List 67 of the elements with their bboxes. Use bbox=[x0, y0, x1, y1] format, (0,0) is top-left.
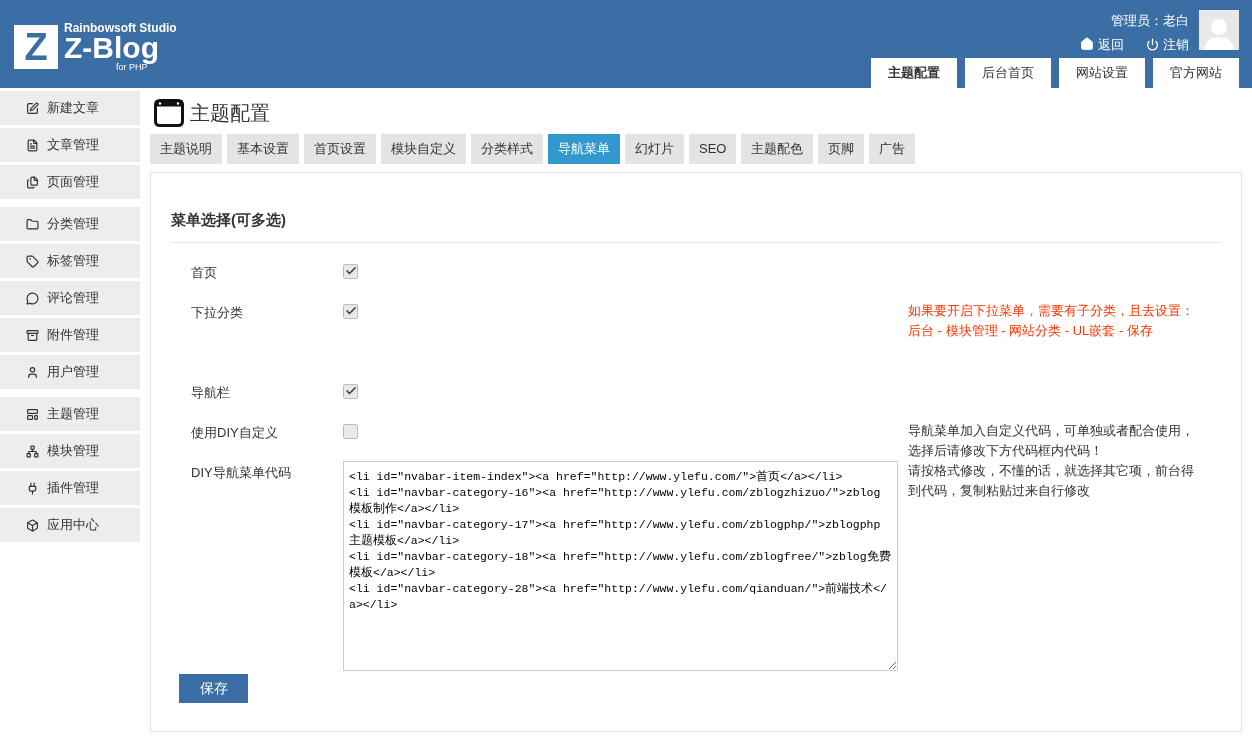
field-label: 使用DIY自定义 bbox=[191, 423, 279, 442]
checkbox[interactable] bbox=[343, 423, 358, 439]
plug-icon bbox=[26, 481, 39, 495]
settings-tab[interactable]: 广告 bbox=[869, 134, 916, 164]
sidebar-item[interactable]: 标签管理 bbox=[0, 244, 140, 278]
checkbox[interactable] bbox=[343, 263, 358, 279]
settings-tab[interactable]: SEO bbox=[689, 134, 737, 164]
page-title: 主题配置 bbox=[190, 101, 270, 126]
layout-icon bbox=[26, 407, 39, 421]
field-label: 导航栏 bbox=[191, 383, 231, 402]
sidebar-item[interactable]: 应用中心 bbox=[0, 508, 140, 542]
help-note: 导航菜单加入自定义代码，可单独或者配合使用，选择后请修改下方代码框内代码！ bbox=[908, 421, 1195, 460]
checkbox[interactable] bbox=[343, 303, 358, 319]
top-nav-tab[interactable]: 官方网站 bbox=[1153, 58, 1239, 88]
logo-studio-text: Rainbowsoft Studio bbox=[64, 22, 177, 34]
folder-icon bbox=[26, 217, 39, 231]
field-label: 首页 bbox=[191, 263, 218, 282]
sidebar-item[interactable]: 分类管理 bbox=[0, 207, 140, 241]
settings-tab[interactable]: 主题配色 bbox=[741, 134, 814, 164]
logo-name-text: Z-Blog bbox=[64, 34, 159, 62]
person-icon bbox=[26, 365, 39, 379]
section-title: 菜单选择(可多选) bbox=[171, 209, 1221, 243]
save-button[interactable]: 保存 bbox=[179, 674, 248, 703]
help-note: 请按格式修改，不懂的话，就选择其它项，前台得到代码，复制粘贴过来自行修改 bbox=[908, 461, 1195, 500]
top-nav-tab[interactable]: 主题配置 bbox=[871, 58, 957, 88]
field-label: 下拉分类 bbox=[191, 303, 244, 322]
warning-note: 如果要开启下拉菜单，需要有子分类，且去设置：后台 - 模块管理 - 网站分类 - UL嵌套 - 保存 bbox=[908, 301, 1195, 340]
power-icon bbox=[1146, 37, 1159, 51]
sidebar-item[interactable]: 主题管理 bbox=[0, 397, 140, 431]
checkbox[interactable] bbox=[343, 383, 358, 399]
tag-icon bbox=[26, 254, 39, 268]
settings-tab[interactable]: 页脚 bbox=[818, 134, 865, 164]
speech-bubble-icon bbox=[26, 291, 39, 305]
sidebar-item[interactable]: 评论管理 bbox=[0, 281, 140, 315]
document-icon bbox=[26, 138, 39, 152]
sidebar-item[interactable]: 附件管理 bbox=[0, 318, 140, 352]
check-icon bbox=[344, 265, 357, 277]
tree-icon bbox=[26, 444, 39, 458]
settings-tab[interactable]: 首页设置 bbox=[304, 134, 376, 164]
sidebar-item[interactable]: 用户管理 bbox=[0, 355, 140, 389]
settings-tab[interactable]: 模块自定义 bbox=[381, 134, 466, 164]
sidebar-item[interactable]: 插件管理 bbox=[0, 471, 140, 505]
check-icon bbox=[344, 305, 357, 317]
documents-icon bbox=[26, 175, 39, 189]
settings-tab[interactable]: 主题说明 bbox=[150, 134, 222, 164]
sidebar-item[interactable]: 文章管理 bbox=[0, 128, 140, 162]
top-nav-tab[interactable]: 网站设置 bbox=[1059, 58, 1145, 88]
window-icon bbox=[154, 99, 184, 127]
settings-tab[interactable]: 分类样式 bbox=[471, 134, 543, 164]
home-link[interactable]: 返回 bbox=[1080, 34, 1124, 54]
code-textarea[interactable]: <li id="nvabar-item-index"><a href="http://www.ylefu.com/">首页</a></li> <li id="navbar-category-16"><a href="http://www.ylefu.com/zblogzhizuo/">zblog模板制作</a></li> <li id="navbar-category-17"><a href="http://www.ylefu.com/zblogphp/">zblogphp主题模板</a></li> <li id="navbar-category-18"><a href="http://www.ylefu.com/zblogfree/">zblog免费模板</a></li> <li id="navbar-category-28"><a href="http://www.ylefu.com/qianduan/">前端技术</a></li> bbox=[343, 460, 898, 671]
home-icon bbox=[1080, 37, 1094, 52]
logo-mark: Z bbox=[14, 25, 58, 69]
check-icon bbox=[344, 385, 357, 397]
sidebar-item[interactable]: 新建文章 bbox=[0, 91, 140, 125]
pen-square-icon bbox=[26, 101, 39, 115]
sidebar-item[interactable]: 页面管理 bbox=[0, 165, 140, 199]
field-label: DIY导航菜单代码 bbox=[191, 463, 292, 482]
top-nav-tab[interactable]: 后台首页 bbox=[965, 58, 1051, 88]
admin-user-text: 管理员：老白 bbox=[1111, 12, 1189, 30]
settings-tab[interactable]: 幻灯片 bbox=[625, 134, 684, 164]
settings-tab[interactable]: 基本设置 bbox=[227, 134, 299, 164]
archive-icon bbox=[26, 328, 39, 342]
person-silhouette-icon bbox=[1204, 16, 1234, 50]
sidebar-item[interactable]: 模块管理 bbox=[0, 434, 140, 468]
cube-icon bbox=[26, 518, 39, 532]
logout-link[interactable]: 注销 bbox=[1146, 34, 1189, 54]
